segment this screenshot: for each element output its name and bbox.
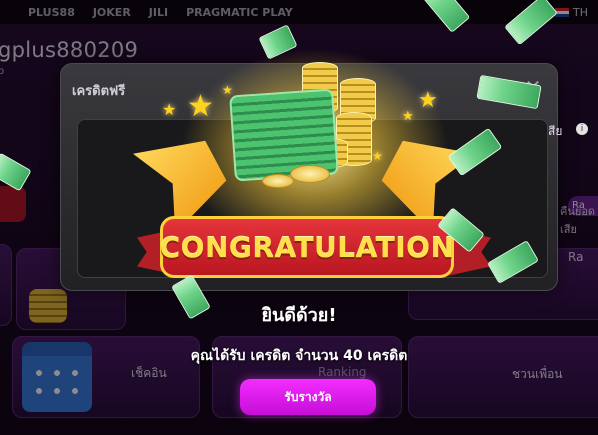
modal-title: เครดิตฟรี	[72, 84, 126, 99]
star-icon: ★	[162, 100, 177, 119]
star-icon: ★	[418, 88, 438, 113]
star-icon: ★	[402, 109, 414, 124]
info-icon[interactable]: i	[576, 123, 588, 135]
claim-reward-button[interactable]: รับรางวัล	[240, 379, 376, 415]
coin-icon	[262, 174, 294, 188]
congratulation-banner: CONGRATULATION	[160, 216, 454, 278]
star-icon: ★	[222, 83, 233, 97]
side-label: สีย	[548, 124, 563, 138]
coin-icon	[290, 165, 330, 183]
reward-message: คุณได้รับ เครดิต จำนวน 40 เครดิต	[190, 348, 408, 364]
star-icon: ★	[187, 89, 214, 124]
star-icon: ★	[372, 149, 383, 163]
congrats-headline: ยินดีด้วย!	[261, 305, 337, 326]
banner-text: CONGRATULATION	[159, 230, 455, 264]
